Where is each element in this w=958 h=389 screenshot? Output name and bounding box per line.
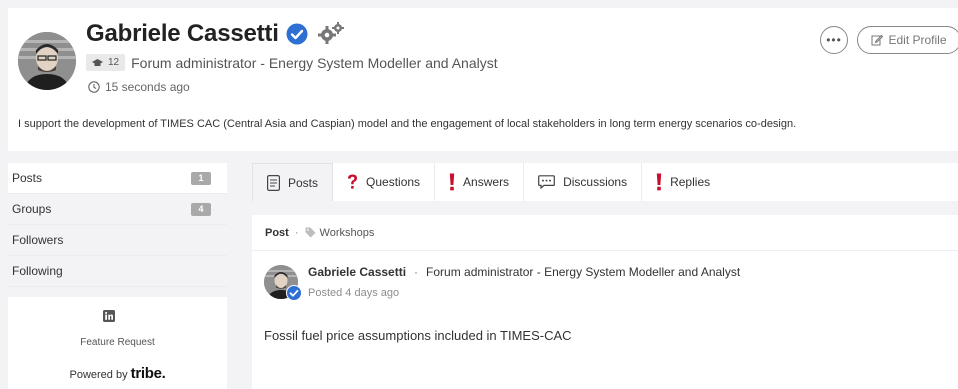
clock-icon [88, 81, 100, 93]
tab-questions[interactable]: Questions [333, 163, 436, 201]
separator: · [294, 226, 299, 239]
post-header: Post · Workshops [252, 215, 958, 251]
graduation-cap-icon [92, 58, 103, 66]
sidebar-item-label: Following [12, 264, 63, 278]
chat-icon [538, 175, 555, 189]
sidebar-item-label: Followers [12, 233, 64, 247]
tab-answers[interactable]: Answers [435, 163, 525, 201]
linkedin-icon[interactable] [103, 310, 115, 322]
reputation-badge: 12 [86, 54, 126, 71]
powered-by-label: Powered by [69, 369, 128, 381]
tag-icon [305, 227, 316, 238]
tab-label: Questions [366, 175, 421, 189]
feature-request-link[interactable]: Feature Request [8, 337, 227, 348]
edit-icon [871, 34, 884, 46]
separator: · [414, 265, 419, 279]
gears-icon [317, 22, 344, 44]
author-role: Forum administrator - Energy System Mode… [426, 265, 741, 279]
profile-sidebar: Posts 1 Groups 4 Followers Following Fea… [8, 163, 227, 389]
post-title[interactable]: Fossil fuel price assumptions included i… [264, 328, 572, 343]
count-badge: 4 [191, 202, 211, 216]
post-timestamp[interactable]: Posted 4 days ago [308, 287, 399, 299]
post-author-row: Gabriele Cassetti · Forum administrator … [308, 265, 740, 279]
sidebar-item-groups[interactable]: Groups 4 [8, 194, 227, 225]
profile-role: Forum administrator - Energy System Mode… [131, 54, 498, 71]
exclamation-icon [656, 173, 662, 191]
content-tabs: Posts Questions Answers Discussions Repl… [252, 163, 958, 201]
sidebar-item-label: Posts [12, 171, 43, 185]
profile-header: Gabriele Cassetti 12 Forum administrator… [8, 8, 958, 151]
tab-replies[interactable]: Replies [642, 163, 724, 201]
sidebar-item-posts[interactable]: Posts 1 [8, 163, 227, 194]
exclamation-icon [449, 173, 455, 191]
more-options-button[interactable]: ••• [820, 26, 848, 54]
document-icon [267, 174, 280, 191]
sidebar-item-label: Groups [12, 202, 52, 216]
profile-name: Gabriele Cassetti [86, 20, 279, 47]
more-icon: ••• [826, 33, 842, 47]
profile-bio: I support the development of TIMES CAC (… [18, 118, 797, 130]
sidebar-item-followers[interactable]: Followers [8, 225, 227, 256]
post-tag[interactable]: Workshops [305, 226, 375, 239]
edit-profile-label: Edit Profile [888, 33, 947, 47]
verified-icon [286, 285, 302, 301]
post-card[interactable]: Post · Workshops Gabriele Cassetti · For… [252, 215, 958, 389]
reputation-count: 12 [108, 57, 120, 68]
tribe-logo: tribe. [130, 365, 166, 382]
tab-discussions[interactable]: Discussions [524, 163, 643, 201]
tab-label: Posts [288, 175, 319, 190]
avatar[interactable] [18, 32, 76, 90]
count-badge: 1 [191, 171, 211, 185]
last-seen: 15 seconds ago [105, 80, 190, 94]
tab-label: Replies [670, 175, 711, 189]
tab-posts[interactable]: Posts [252, 163, 334, 201]
tab-label: Discussions [563, 175, 628, 189]
sidebar-footer: Feature Request Powered by tribe. [8, 297, 227, 389]
verified-icon [286, 23, 308, 45]
post-type-label: Post [265, 226, 289, 239]
question-icon [348, 174, 358, 189]
edit-profile-button[interactable]: Edit Profile [857, 26, 958, 54]
post-tag-label: Workshops [319, 226, 375, 239]
powered-by[interactable]: Powered by tribe. [8, 365, 227, 382]
tab-label: Answers [463, 175, 510, 189]
sidebar-item-following[interactable]: Following [8, 256, 227, 287]
author-name[interactable]: Gabriele Cassetti [308, 265, 406, 279]
